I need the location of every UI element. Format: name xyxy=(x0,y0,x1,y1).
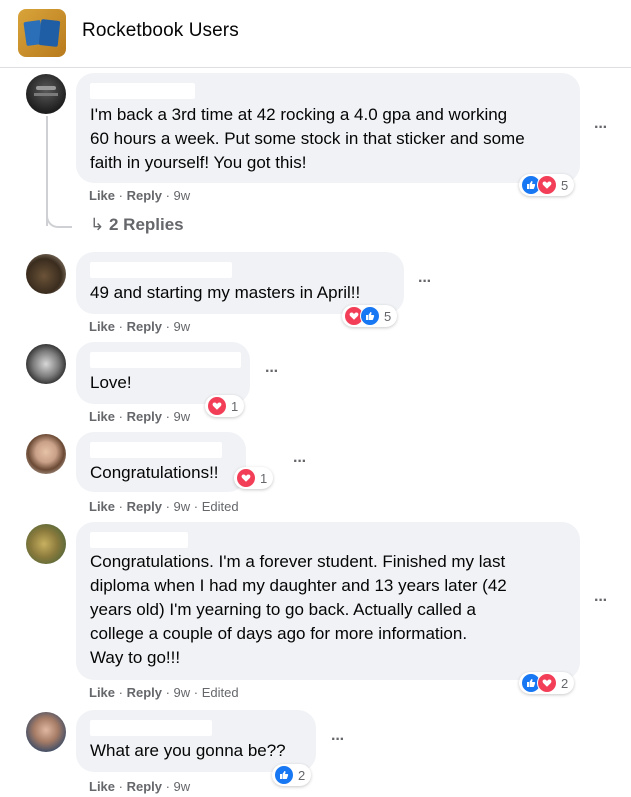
reply-button[interactable]: Reply xyxy=(127,188,162,203)
like-icon xyxy=(360,306,380,326)
comment-text: 60 hours a week. Put some stock in that … xyxy=(90,129,525,148)
author-name[interactable] xyxy=(90,442,222,458)
reply-arrow-icon: ↳ xyxy=(90,215,105,234)
comment-actions: Like · Reply · 9w xyxy=(89,188,191,203)
reply-button[interactable]: Reply xyxy=(127,409,162,424)
comment-text: diploma when I had my daughter and 13 ye… xyxy=(90,576,507,595)
reaction-summary[interactable]: 1 xyxy=(234,467,274,489)
timestamp[interactable]: 9w xyxy=(174,685,191,700)
love-icon xyxy=(537,175,557,195)
comment-text: 49 and starting my masters in April!! xyxy=(90,283,361,302)
comment-actions: Like · Reply · 9w xyxy=(89,319,191,334)
comment-text: I'm back a 3rd time at 42 rocking a 4.0 … xyxy=(90,105,508,124)
avatar[interactable] xyxy=(26,74,66,114)
more-options-button[interactable]: ··· xyxy=(293,453,307,471)
comment-actions: Like · Reply · 9w · Edited xyxy=(89,499,239,514)
avatar[interactable] xyxy=(26,524,66,564)
reaction-count: 2 xyxy=(298,767,306,783)
thread-curve xyxy=(46,206,72,228)
group-avatar[interactable] xyxy=(18,9,66,57)
comment-text: Love! xyxy=(90,373,132,392)
more-options-button[interactable]: ··· xyxy=(331,731,345,749)
reaction-summary[interactable]: 5 xyxy=(342,305,398,327)
love-icon xyxy=(207,396,227,416)
author-name[interactable] xyxy=(90,532,188,548)
avatar[interactable] xyxy=(26,434,66,474)
author-name[interactable] xyxy=(90,262,232,278)
comment-text: What are you gonna be?? xyxy=(90,741,286,760)
reaction-summary[interactable]: 2 xyxy=(519,672,575,694)
like-button[interactable]: Like xyxy=(89,319,115,334)
more-options-button[interactable]: ··· xyxy=(594,592,608,610)
comment-bubble: Congratulations!! xyxy=(76,432,246,492)
love-icon xyxy=(236,468,256,488)
love-icon xyxy=(537,673,557,693)
timestamp[interactable]: 9w xyxy=(174,409,191,424)
author-name[interactable] xyxy=(90,352,241,368)
edited-label[interactable]: Edited xyxy=(202,499,239,514)
timestamp[interactable]: 9w xyxy=(174,188,191,203)
like-button[interactable]: Like xyxy=(89,779,115,794)
more-options-button[interactable]: ··· xyxy=(594,119,608,137)
group-title[interactable]: Rocketbook Users xyxy=(82,20,239,42)
reaction-count: 1 xyxy=(260,470,268,486)
comment-bubble: What are you gonna be?? xyxy=(76,710,316,772)
view-replies-link[interactable]: ↳ 2 Replies xyxy=(90,215,184,235)
reply-button[interactable]: Reply xyxy=(127,685,162,700)
comment-actions: Like · Reply · 9w · Edited xyxy=(89,685,239,700)
reply-button[interactable]: Reply xyxy=(127,499,162,514)
reaction-summary[interactable]: 2 xyxy=(272,764,312,786)
comment-text: college a couple of days ago for more in… xyxy=(90,624,468,643)
like-icon xyxy=(274,765,294,785)
like-button[interactable]: Like xyxy=(89,409,115,424)
comment-bubble: I'm back a 3rd time at 42 rocking a 4.0 … xyxy=(76,73,580,183)
comment-bubble: Congratulations. I'm a forever student. … xyxy=(76,522,580,680)
author-name[interactable] xyxy=(90,720,212,736)
comment-text: faith in yourself! You got this! xyxy=(90,153,307,172)
reaction-count: 1 xyxy=(231,398,239,414)
avatar[interactable] xyxy=(26,254,66,294)
reaction-summary[interactable]: 1 xyxy=(205,395,245,417)
reaction-count: 2 xyxy=(561,675,569,691)
like-button[interactable]: Like xyxy=(89,499,115,514)
comment-text: Congratulations. I'm a forever student. … xyxy=(90,552,506,571)
like-button[interactable]: Like xyxy=(89,685,115,700)
timestamp[interactable]: 9w xyxy=(174,499,191,514)
more-options-button[interactable]: ··· xyxy=(265,363,279,381)
group-header: Rocketbook Users xyxy=(0,0,631,68)
reaction-summary[interactable]: 5 xyxy=(519,174,575,196)
edited-label[interactable]: Edited xyxy=(202,685,239,700)
author-name[interactable] xyxy=(90,83,195,99)
comment-text: Way to go!!! xyxy=(90,648,181,667)
avatar[interactable] xyxy=(26,712,66,752)
reply-button[interactable]: Reply xyxy=(127,779,162,794)
reaction-count: 5 xyxy=(561,177,569,193)
avatar[interactable] xyxy=(26,344,66,384)
comment-text: Congratulations!! xyxy=(90,463,219,482)
comment-actions: Like · Reply · 9w xyxy=(89,779,191,794)
comment-text: years old) I'm yearning to go back. Actu… xyxy=(90,600,476,619)
timestamp[interactable]: 9w xyxy=(174,779,191,794)
like-button[interactable]: Like xyxy=(89,188,115,203)
more-options-button[interactable]: ··· xyxy=(418,273,432,291)
comment-actions: Like · Reply · 9w xyxy=(89,409,191,424)
reaction-count: 5 xyxy=(384,308,392,324)
reply-button[interactable]: Reply xyxy=(127,319,162,334)
timestamp[interactable]: 9w xyxy=(174,319,191,334)
replies-label: 2 Replies xyxy=(108,215,184,234)
